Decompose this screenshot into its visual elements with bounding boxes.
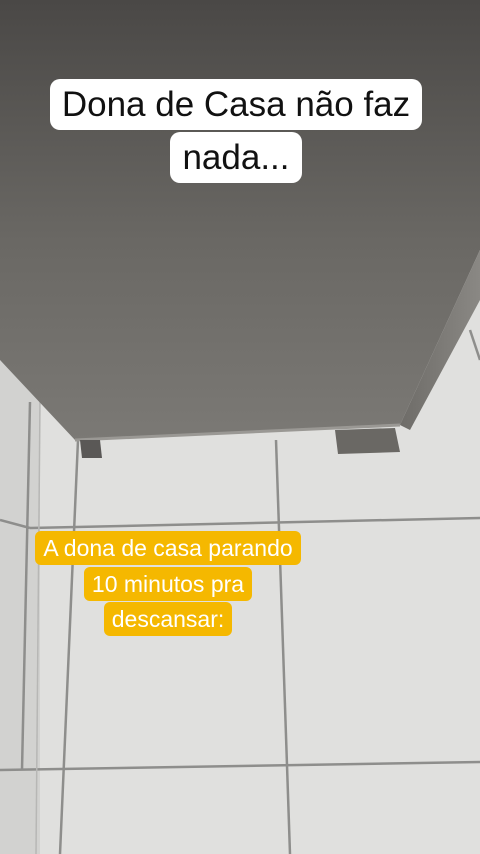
video-frame: Dona de Casa não faz nada... A dona de c… (0, 0, 480, 854)
middle-caption: A dona de casa parando 10 minutos pra de… (30, 531, 306, 638)
washing-machine-base (0, 0, 480, 470)
top-caption-text: Dona de Casa não faz nada... (49, 79, 423, 183)
top-caption: Dona de Casa não faz nada... (30, 79, 442, 184)
appliance-shape (0, 0, 480, 458)
middle-caption-text: A dona de casa parando 10 minutos pra de… (35, 531, 301, 637)
